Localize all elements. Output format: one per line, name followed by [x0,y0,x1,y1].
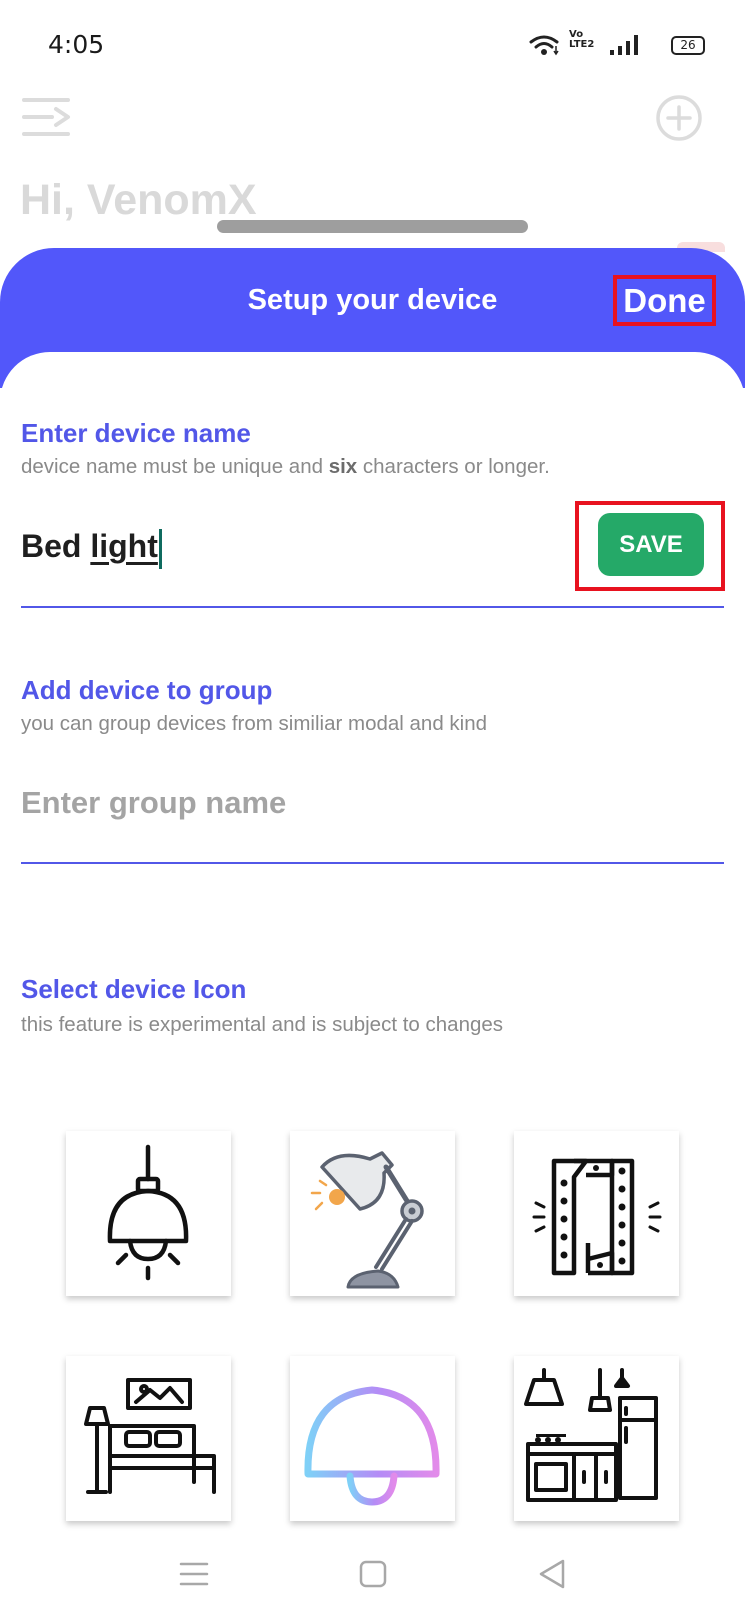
back-icon[interactable] [527,1549,577,1599]
done-button[interactable]: Done [613,275,716,326]
home-icon[interactable] [348,1549,398,1599]
recents-icon[interactable] [169,1549,219,1599]
status-icons: Vo LTE2 26 [529,29,705,58]
bedroom-icon [84,1378,216,1494]
battery-icon: 26 [671,36,705,55]
text-cursor [158,528,162,569]
navigation-bar [0,1535,745,1614]
device-name-input[interactable]: Bed light [21,524,541,569]
app-screen: 4:05 Vo LTE2 26 Hi, VenomX Setup your de… [0,0,745,1614]
icon-tile-gradient-lamp[interactable] [290,1356,455,1521]
kitchen-icon [524,1368,658,1502]
icon-tile-kitchen[interactable] [514,1356,679,1521]
icon-tile-bedroom[interactable] [66,1356,231,1521]
wifi-icon [529,35,559,56]
greeting-text: Hi, VenomX [20,176,257,224]
pendant-lamp-icon [107,1144,189,1281]
sheet-drag-handle[interactable] [217,220,528,233]
add-circle-icon[interactable] [655,94,703,142]
device-name-hint: device name must be unique and six chara… [21,455,550,479]
group-name-underline [21,862,724,864]
icon-tile-pendant-lamp[interactable] [66,1131,231,1296]
signal-icon [610,35,638,55]
group-title: Add device to group [21,675,273,705]
group-name-input[interactable] [21,780,721,826]
device-name-word-2: light [90,528,158,564]
desk-lamp-icon [310,1151,424,1289]
device-name-hint-bold: six [328,455,358,478]
led-strip-icon [532,1158,662,1276]
status-time: 4:05 [48,30,105,59]
menu-icon[interactable] [22,96,74,140]
volte-icon: Vo LTE2 [569,29,595,50]
device-name-title: Enter device name [21,418,251,448]
group-hint: you can group devices from similiar moda… [21,712,488,735]
device-name-word-1: Bed [21,528,82,564]
icon-tile-desk-lamp[interactable] [290,1131,455,1296]
device-name-underline [21,606,724,608]
device-name-hint-start: device name must be unique and [21,455,329,478]
save-button[interactable]: SAVE [598,513,704,576]
icon-section-title: Select device Icon [21,974,247,1004]
icon-tile-led-strip[interactable] [514,1131,679,1296]
gradient-ceiling-lamp-icon [304,1366,440,1506]
device-name-hint-end: characters or longer. [357,455,550,478]
icon-section-hint: this feature is experimental and is subj… [21,1013,504,1036]
